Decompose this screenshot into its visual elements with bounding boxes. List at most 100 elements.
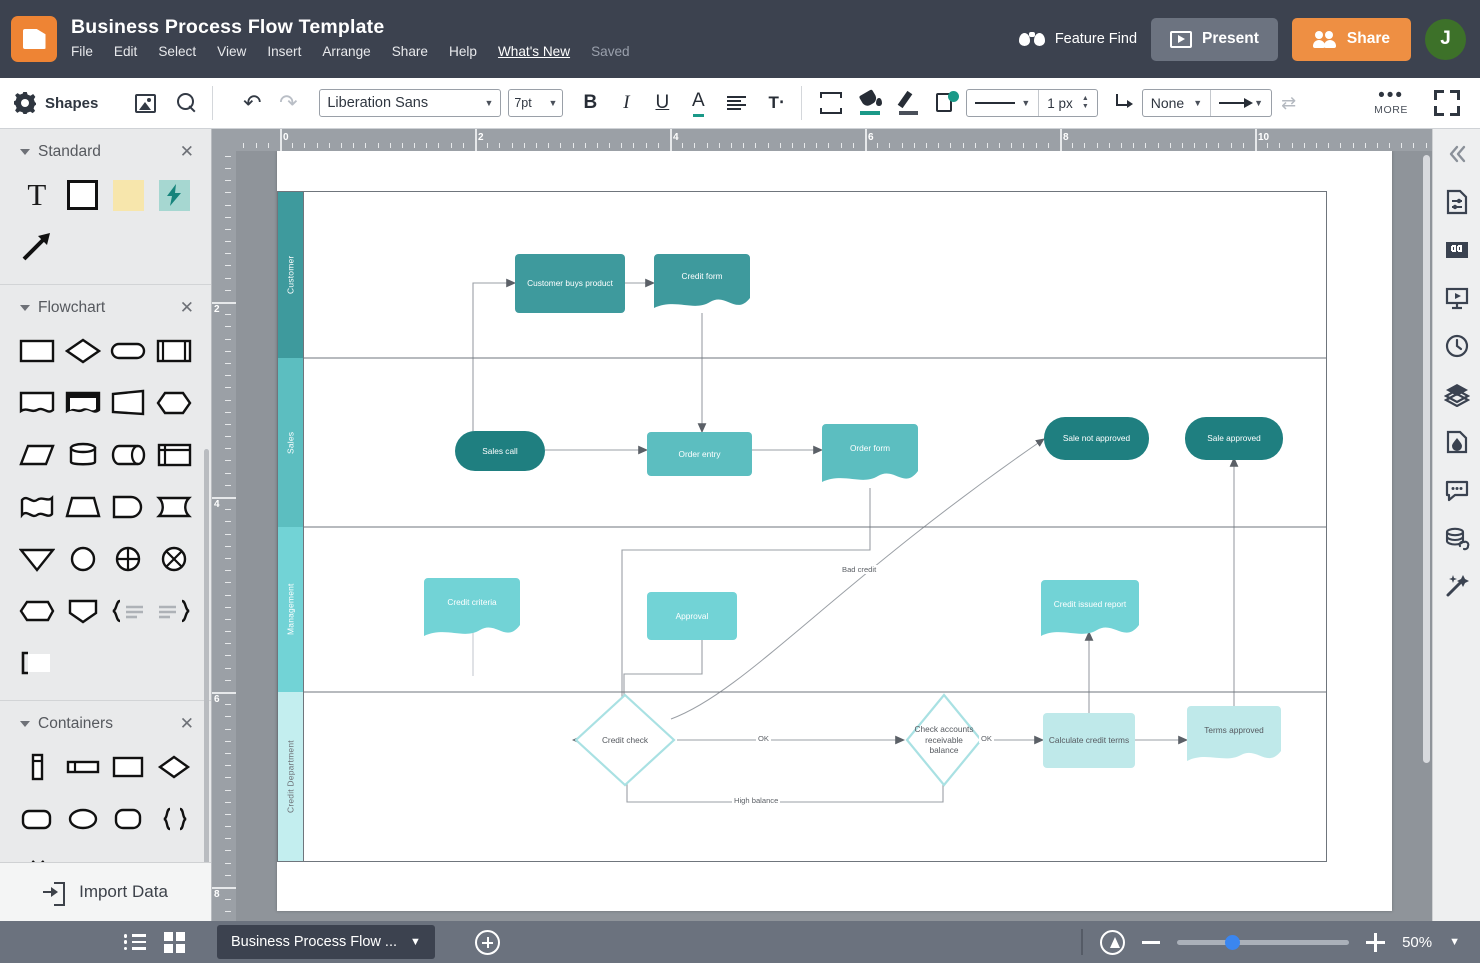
vertical-ruler[interactable]: 2468 [212, 151, 236, 921]
page-tab[interactable]: Business Process Flow ... ▼ [217, 925, 435, 959]
data-link-button[interactable] [1444, 525, 1470, 551]
app-logo[interactable] [11, 16, 57, 62]
shapes-button[interactable]: Shapes [14, 92, 98, 114]
document-properties-button[interactable] [1444, 189, 1470, 215]
feature-find-button[interactable]: Feature Find [1019, 31, 1137, 47]
presentation-button[interactable] [1444, 285, 1470, 311]
connector-type-button[interactable] [1108, 86, 1138, 120]
shape-text-tool[interactable]: T [14, 174, 60, 216]
shape-manual-input[interactable] [60, 486, 106, 528]
shape-or-junction[interactable] [151, 538, 197, 580]
node-sale-not-approved[interactable]: Sale not approved [1044, 417, 1149, 460]
lane-header-sales[interactable]: Sales [278, 358, 303, 527]
redo-button[interactable]: ↷ [273, 86, 303, 120]
line-style-select[interactable]: ▼ 1 px ▲▼ [966, 89, 1097, 117]
version-history-button[interactable] [1444, 333, 1470, 359]
shape-circle[interactable] [60, 538, 106, 580]
zoom-slider-thumb[interactable] [1225, 935, 1240, 950]
line-width-option[interactable]: 1 px ▲▼ [1039, 90, 1096, 116]
undo-button[interactable]: ↶ [237, 86, 267, 120]
collapse-panel-button[interactable] [1444, 141, 1470, 167]
panel-flowchart-close[interactable]: ✕ [180, 301, 194, 315]
font-family-select[interactable]: Liberation Sans ▼ [319, 89, 501, 117]
panel-standard-close[interactable]: ✕ [180, 145, 194, 159]
more-button[interactable]: ••• MORE [1374, 91, 1408, 116]
menu-item-insert[interactable]: Insert [267, 43, 301, 61]
font-color-button[interactable]: A [683, 86, 713, 120]
search-button[interactable] [172, 86, 202, 120]
panel-standard-header[interactable]: Standard ✕ [0, 143, 211, 161]
container-curly-braces[interactable] [151, 798, 197, 840]
share-button[interactable]: Share [1292, 18, 1411, 61]
shape-bracket-note[interactable] [14, 642, 60, 684]
menu-item-file[interactable]: File [71, 43, 93, 61]
node-customer-buys-product[interactable]: Customer buys product [515, 254, 625, 313]
node-sales-call[interactable]: Sales call [455, 431, 545, 471]
shape-internal-storage[interactable] [151, 434, 197, 476]
menu-item-share[interactable]: Share [392, 43, 428, 61]
zoom-slider[interactable] [1177, 940, 1349, 945]
ai-assist-button[interactable] [1444, 573, 1470, 599]
shape-predefined-process[interactable] [151, 330, 197, 372]
arrow-ends-select[interactable]: None ▼ ▼ [1142, 89, 1272, 117]
menu-item-view[interactable]: View [217, 43, 246, 61]
node-terms-approved[interactable]: Terms approved [1187, 706, 1281, 768]
shape-stored-data[interactable] [151, 486, 197, 528]
node-check-accounts-receivable-balance[interactable]: Check accounts receivable balance [904, 692, 984, 788]
layers-button[interactable] [1444, 381, 1470, 407]
canvas-area[interactable]: Customer Sales Management Credit Departm… [236, 151, 1432, 921]
shape-delay[interactable] [106, 486, 152, 528]
arrow-start-option[interactable]: None ▼ [1143, 95, 1210, 111]
container-vertical-lane[interactable] [14, 746, 60, 788]
container-horizontal-lane[interactable] [60, 746, 106, 788]
shape-document[interactable] [14, 382, 60, 424]
node-order-form[interactable]: Order form [822, 424, 918, 488]
menu-item-help[interactable]: Help [449, 43, 477, 61]
chevron-down-icon[interactable]: ▼ [410, 936, 421, 948]
shape-extract[interactable] [14, 538, 60, 580]
zoom-in-button[interactable] [1366, 933, 1385, 952]
menu-item-edit[interactable]: Edit [114, 43, 137, 61]
document-page[interactable]: Customer Sales Management Credit Departm… [277, 151, 1392, 911]
arrow-end-option[interactable]: ▼ [1211, 98, 1271, 108]
font-size-select[interactable]: 7pt ▼ [508, 89, 563, 117]
insert-image-button[interactable] [130, 86, 160, 120]
node-credit-issued-report[interactable]: Credit issued report [1041, 580, 1139, 644]
lane-header-customer[interactable]: Customer [278, 192, 303, 358]
shape-data-button[interactable] [932, 86, 962, 120]
line-dash-option[interactable]: ▼ [967, 90, 1038, 116]
shape-quick-action[interactable] [151, 174, 197, 216]
menu-item-whats-new[interactable]: What's New [498, 43, 570, 61]
shape-terminator[interactable] [106, 330, 152, 372]
shape-decision[interactable] [60, 330, 106, 372]
swap-arrows-button[interactable]: ⇄ [1281, 93, 1296, 114]
node-credit-check[interactable]: Credit check [573, 692, 677, 788]
panel-containers-close[interactable]: ✕ [180, 717, 194, 731]
panel-containers-header[interactable]: Containers ✕ [0, 715, 211, 733]
canvas-vertical-scrollbar[interactable] [1423, 155, 1430, 763]
shape-summing-junction[interactable] [106, 538, 152, 580]
horizontal-ruler[interactable]: 0246810 [236, 129, 1432, 151]
lane-header-management[interactable]: Management [278, 527, 303, 692]
node-credit-criteria[interactable]: Credit criteria [424, 578, 520, 642]
theme-button[interactable] [1444, 429, 1470, 455]
panel-flowchart-header[interactable]: Flowchart ✕ [0, 299, 211, 317]
shape-annotation-right[interactable] [106, 590, 152, 632]
container-ellipse[interactable] [60, 798, 106, 840]
sidebar-scrollbar[interactable] [204, 449, 209, 919]
underline-button[interactable]: U [647, 86, 677, 120]
text-options-button[interactable]: T‧ [761, 86, 791, 120]
shape-merge[interactable] [60, 590, 106, 632]
present-button[interactable]: Present [1151, 18, 1278, 61]
container-diamond[interactable] [151, 746, 197, 788]
grid-view-button[interactable] [164, 932, 185, 953]
import-data-button[interactable]: Import Data [0, 862, 211, 921]
shape-arrow[interactable] [14, 226, 60, 268]
menu-item-select[interactable]: Select [158, 43, 196, 61]
notes-button[interactable] [1444, 237, 1470, 263]
node-credit-form[interactable]: Credit form [654, 254, 750, 313]
chevron-down-icon[interactable]: ▼ [1449, 936, 1460, 948]
shape-multi-document[interactable] [60, 382, 106, 424]
shape-preparation[interactable] [151, 382, 197, 424]
container-rounded-rect[interactable] [14, 798, 60, 840]
